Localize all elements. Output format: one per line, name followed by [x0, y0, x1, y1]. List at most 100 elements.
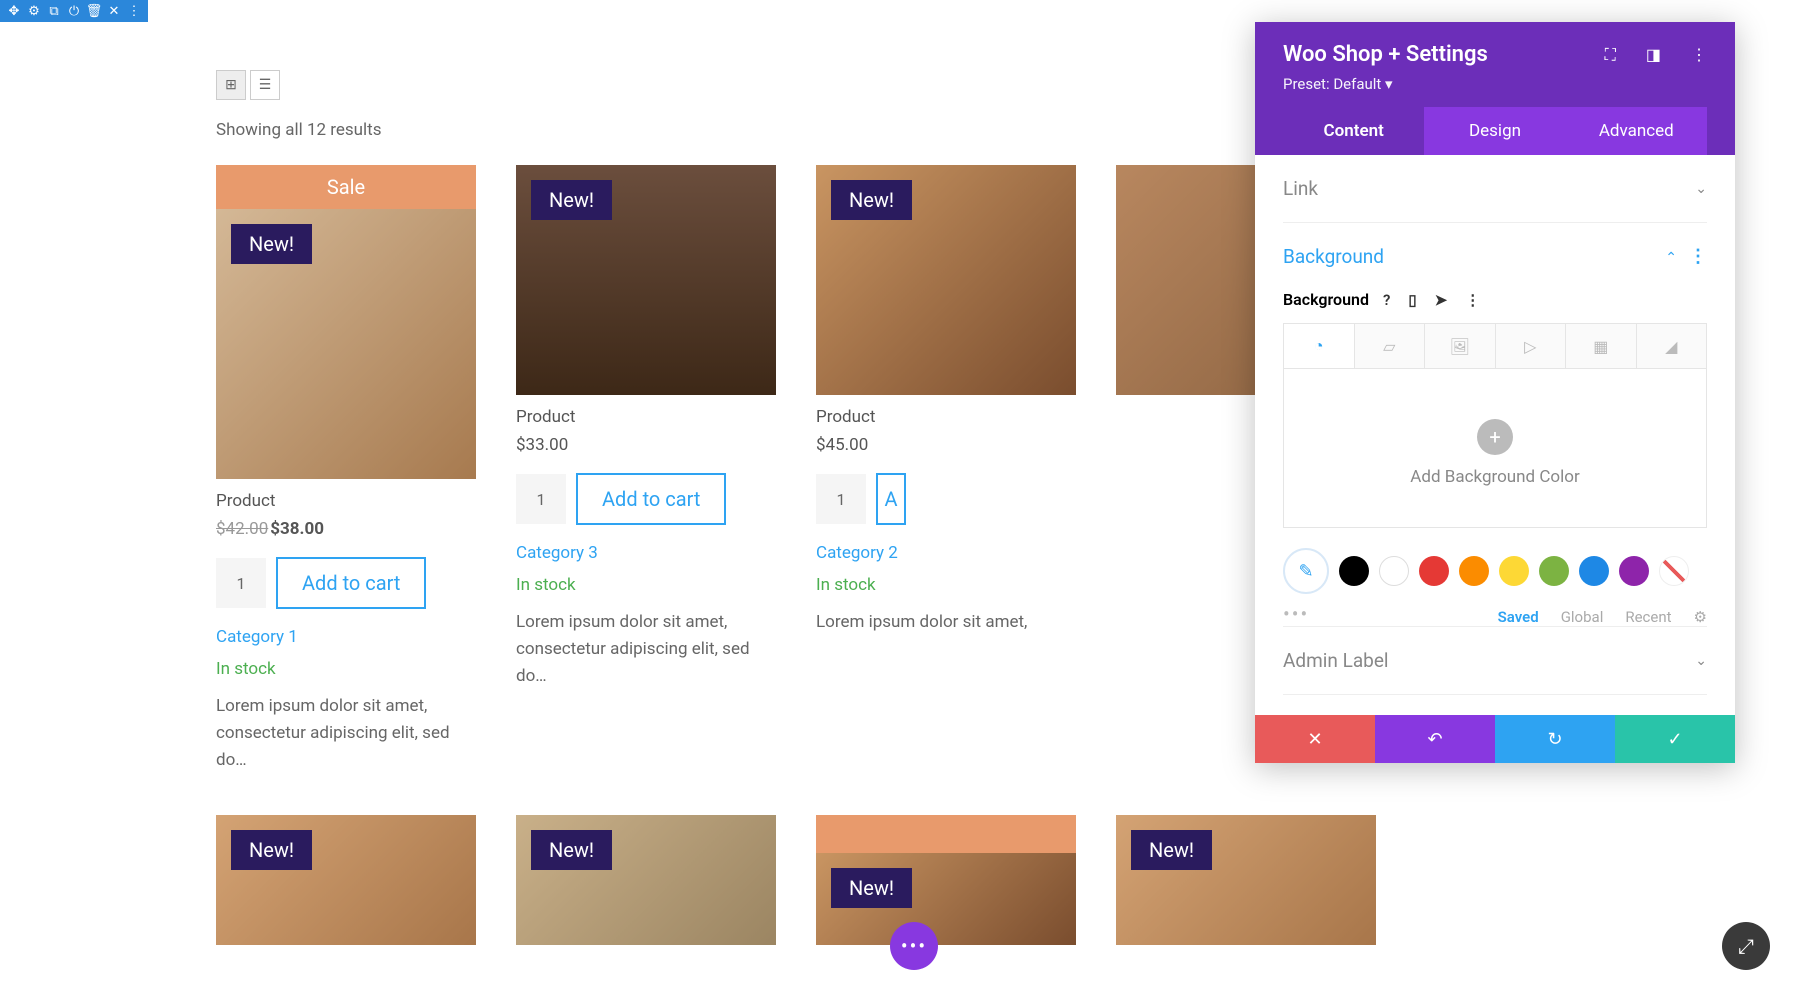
panel-header: Woo Shop + Settings ⛶ ◨ ⋮ Preset: Defaul…: [1255, 22, 1735, 155]
expand-icon[interactable]: ⛶: [1605, 45, 1616, 65]
section-toggle[interactable]: Link ⌄: [1283, 155, 1707, 222]
add-to-cart-button[interactable]: A: [876, 473, 906, 525]
product-category[interactable]: Category 2: [816, 543, 1076, 563]
swatch-red[interactable]: [1419, 556, 1449, 586]
swatch-green[interactable]: [1539, 556, 1569, 586]
product-card: New! Product $33.00 Add to cart Category…: [516, 165, 776, 775]
bg-gradient-tab[interactable]: ▱: [1355, 324, 1426, 368]
sale-badge: [816, 815, 1076, 853]
trash-icon[interactable]: 🗑: [84, 1, 104, 21]
more-swatches-icon[interactable]: •••: [1283, 602, 1309, 626]
power-icon[interactable]: ⏻: [64, 1, 84, 21]
filter-settings-icon[interactable]: ⚙: [1694, 608, 1707, 626]
product-description: Lorem ipsum dolor sit amet, consectetur …: [216, 693, 476, 775]
product-title[interactable]: Product: [516, 407, 776, 427]
fab-expand-button[interactable]: ⤢: [1722, 922, 1770, 970]
product-card: New! Product $45.00 A Category 2 In stoc…: [816, 165, 1076, 775]
panel-tabs: Content Design Advanced: [1283, 107, 1707, 155]
filter-recent[interactable]: Recent: [1625, 608, 1671, 626]
tab-design[interactable]: Design: [1424, 107, 1565, 155]
panel-footer: ✕ ↶ ↻ ✓: [1255, 715, 1735, 763]
bg-pattern-tab[interactable]: ▦: [1566, 324, 1637, 368]
stock-status: In stock: [516, 575, 776, 595]
options-icon[interactable]: ⋮: [1465, 291, 1480, 309]
duplicate-icon[interactable]: ⧉: [44, 1, 64, 21]
add-to-cart-button[interactable]: Add to cart: [576, 473, 726, 525]
section-background: Background ⌃⋮ Background ? ▯ ➤ ⋮ ◔ ▱ 🖼 ▷…: [1283, 223, 1707, 627]
panel-redo-button[interactable]: ↻: [1495, 715, 1615, 763]
product-card: Sale New! Product $42.00$38.00 Add to ca…: [216, 165, 476, 775]
new-badge: New!: [831, 868, 912, 908]
quantity-input[interactable]: [516, 474, 566, 524]
product-card: New!: [216, 815, 476, 945]
help-icon[interactable]: ?: [1383, 291, 1390, 309]
product-image[interactable]: New!: [216, 815, 476, 945]
product-image[interactable]: New!: [1116, 815, 1376, 945]
tab-advanced[interactable]: Advanced: [1566, 107, 1707, 155]
product-image[interactable]: New!: [816, 853, 1076, 945]
fab-menu-button[interactable]: •••: [890, 922, 938, 970]
section-link: Link ⌄: [1283, 155, 1707, 223]
swatch-white[interactable]: [1379, 556, 1409, 586]
product-image[interactable]: New!: [216, 209, 476, 479]
swatch-blue[interactable]: [1579, 556, 1609, 586]
quantity-input[interactable]: [816, 474, 866, 524]
swatch-yellow[interactable]: [1499, 556, 1529, 586]
grid-view-button[interactable]: ⊞: [216, 70, 246, 100]
bg-video-tab[interactable]: ▷: [1496, 324, 1567, 368]
product-title[interactable]: Product: [816, 407, 1076, 427]
chevron-up-icon: ⌃: [1665, 250, 1677, 266]
mobile-icon[interactable]: ▯: [1408, 291, 1416, 309]
swatch-black[interactable]: [1339, 556, 1369, 586]
quantity-input[interactable]: [216, 558, 266, 608]
tab-content[interactable]: Content: [1283, 107, 1424, 155]
product-image[interactable]: New!: [816, 165, 1076, 395]
close-icon[interactable]: ✕: [104, 1, 124, 21]
settings-icon[interactable]: ⚙: [24, 1, 44, 21]
section-admin-label: Admin Label ⌄: [1283, 627, 1707, 695]
palette-filters: Saved Global Recent ⚙: [1498, 608, 1707, 626]
panel-save-button[interactable]: ✓: [1615, 715, 1735, 763]
bg-color-content: + Add Background Color: [1283, 369, 1707, 528]
hover-icon[interactable]: ➤: [1435, 291, 1448, 309]
panel-more-icon[interactable]: ⋮: [1691, 45, 1707, 65]
product-image[interactable]: New!: [516, 815, 776, 945]
product-category[interactable]: Category 1: [216, 627, 476, 647]
product-price: $42.00$38.00: [216, 519, 476, 539]
swatch-none[interactable]: [1659, 556, 1689, 586]
panel-close-button[interactable]: ✕: [1255, 715, 1375, 763]
eyedropper-icon[interactable]: ✎: [1283, 548, 1329, 594]
section-toggle[interactable]: Background ⌃⋮: [1283, 223, 1707, 290]
sale-badge: Sale: [216, 165, 476, 209]
add-to-cart-button[interactable]: Add to cart: [276, 557, 426, 609]
bg-color-tab[interactable]: ◔: [1284, 324, 1355, 368]
snap-icon[interactable]: ◨: [1646, 45, 1661, 65]
list-view-button[interactable]: ☰: [250, 70, 280, 100]
section-menu-icon[interactable]: ⋮: [1689, 246, 1707, 267]
add-bg-color-button[interactable]: +: [1477, 419, 1513, 455]
panel-undo-button[interactable]: ↶: [1375, 715, 1495, 763]
filter-saved[interactable]: Saved: [1498, 608, 1539, 626]
bg-mask-tab[interactable]: ◢: [1637, 324, 1707, 368]
new-badge: New!: [231, 224, 312, 264]
chevron-down-icon: ⌄: [1695, 653, 1707, 669]
section-toggle[interactable]: Admin Label ⌄: [1283, 627, 1707, 694]
swatch-orange[interactable]: [1459, 556, 1489, 586]
filter-global[interactable]: Global: [1561, 608, 1604, 626]
move-icon[interactable]: ✥: [4, 1, 24, 21]
product-title[interactable]: Product: [216, 491, 476, 511]
product-image[interactable]: New!: [516, 165, 776, 395]
swatch-purple[interactable]: [1619, 556, 1649, 586]
background-label: Background: [1283, 290, 1369, 309]
product-price: $33.00: [516, 435, 776, 455]
preset-selector[interactable]: Preset: Default ▾: [1283, 75, 1707, 107]
settings-panel: Woo Shop + Settings ⛶ ◨ ⋮ Preset: Defaul…: [1255, 22, 1735, 763]
background-type-tabs: ◔ ▱ 🖼 ▷ ▦ ◢: [1283, 323, 1707, 369]
chevron-down-icon: ⌄: [1695, 181, 1707, 197]
add-bg-color-label: Add Background Color: [1304, 467, 1686, 487]
product-category[interactable]: Category 3: [516, 543, 776, 563]
bg-image-tab[interactable]: 🖼: [1425, 324, 1496, 368]
more-icon[interactable]: ⋮: [124, 1, 144, 21]
product-card: New!: [816, 815, 1076, 945]
new-badge: New!: [231, 830, 312, 870]
